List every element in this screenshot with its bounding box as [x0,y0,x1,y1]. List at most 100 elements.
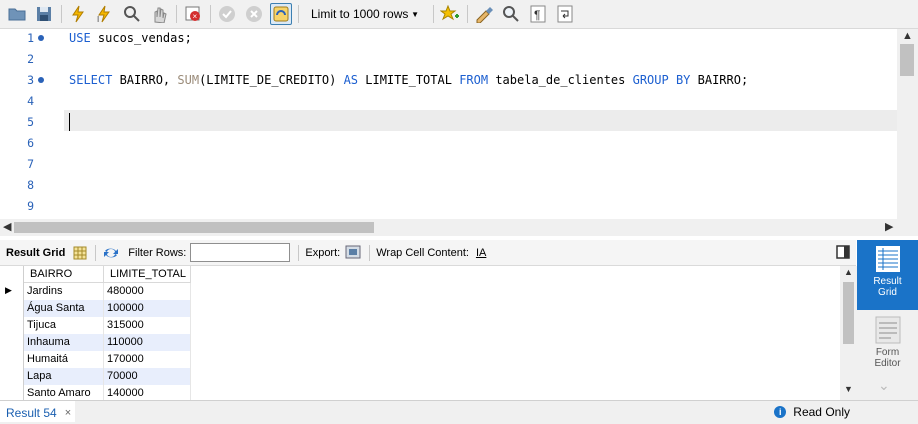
result-grid-label: Result Grid [6,246,66,259]
keyword-use: USE [69,30,91,45]
svg-text:×: × [193,12,198,21]
cell-bairro[interactable]: Água Santa [24,300,104,317]
cell-bairro[interactable]: Santo Amaro [24,385,104,400]
limit-rows-label: Limit to 1000 rows [311,7,409,21]
code-text: BAIRRO; [690,72,749,87]
cell-limite-total[interactable]: 480000 [104,283,191,300]
scrollbar-thumb[interactable] [14,222,374,233]
statement-marker-icon [38,34,44,41]
find-icon[interactable] [500,3,522,25]
table-row[interactable]: Água Santa 100000 [0,300,191,317]
export-control: Export: [305,243,361,262]
cell-bairro[interactable]: Jardins [24,283,104,300]
cell-limite-total[interactable]: 100000 [104,300,191,317]
row-marker [0,266,24,283]
rollback-icon[interactable] [243,3,265,25]
wrap-cell-label: Wrap Cell Content: [376,246,469,259]
code-text: tabela_de_clientes [488,72,633,87]
cell-limite-total[interactable]: 70000 [104,368,191,385]
cell-limite-total[interactable]: 140000 [104,385,191,400]
result-tab-label: Result 54 [6,406,57,420]
cell-bairro[interactable]: Humaitá [24,351,104,368]
line-number: 2 [27,51,34,66]
sql-editor[interactable]: 1 USE sucos_vendas; 2 3 SELECT BAIRRO, S… [0,29,918,219]
cell-bairro[interactable]: Lapa [24,368,104,385]
refresh-icon[interactable] [102,246,120,260]
invisible-chars-icon[interactable]: ¶ [527,3,549,25]
svg-text:¶: ¶ [534,8,540,22]
column-header-bairro[interactable]: BAIRRO [24,266,104,283]
row-marker[interactable] [0,368,24,385]
cell-limite-total[interactable]: 110000 [104,334,191,351]
cell-bairro[interactable]: Inhauma [24,334,104,351]
scroll-up-arrow-icon[interactable]: ▲ [844,267,853,277]
save-icon[interactable] [33,3,55,25]
filter-rows-input[interactable] [190,243,291,262]
toolbar-separator [467,5,468,23]
table-row[interactable]: Humaitá 170000 [0,351,191,368]
read-only-label: Read Only [793,405,850,419]
snippet-icon[interactable] [439,3,461,25]
scroll-right-arrow-icon[interactable]: ▶ [885,220,893,233]
editor-horizontal-scrollbar[interactable]: ◀ ▶ [0,219,918,236]
toolbar-separator [95,244,97,261]
table-row[interactable]: Lapa 70000 [0,368,191,385]
filter-rows-control: Filter Rows: [128,243,291,262]
toolbar-separator [210,5,211,23]
export-icon[interactable] [345,243,361,262]
editor-line-4: 4 [0,90,897,111]
table-row[interactable]: Inhauma 110000 [0,334,191,351]
row-marker[interactable] [0,334,24,351]
column-header-limite-total[interactable]: LIMITE_TOTAL [104,266,191,283]
scrollbar-thumb[interactable] [900,44,914,76]
export-label: Export: [305,246,341,259]
scroll-left-arrow-icon[interactable]: ◀ [3,220,11,233]
editor-line-3: 3 SELECT BAIRRO, SUM(LIMITE_DE_CREDITO) … [0,69,897,90]
table-row[interactable]: ▶ Jardins 480000 [0,283,191,300]
current-row-arrow-icon: ▶ [5,285,12,295]
form-editor-side-button[interactable]: Form Editor [857,312,918,372]
limit-rows-select[interactable]: Limit to 1000 rows ▼ [304,3,426,25]
chevron-down-icon: ▼ [411,9,419,19]
table-row[interactable]: Tijuca 315000 [0,317,191,334]
grid-header-row: BAIRRO LIMITE_TOTAL [0,266,191,283]
close-icon[interactable]: × [65,407,71,419]
result-tab[interactable]: Result 54 × [0,401,76,422]
panel-toggle-icon[interactable] [836,245,850,262]
execute-current-icon[interactable]: I [94,3,116,25]
scroll-down-arrow-icon[interactable]: ▼ [844,384,853,394]
row-marker[interactable] [0,351,24,368]
scroll-up-arrow-icon[interactable]: ▲ [902,30,913,42]
grid-view-icon[interactable] [73,246,87,260]
chevron-down-icon[interactable]: ⌄ [878,377,890,394]
table-row[interactable]: Santo Amaro 140000 [0,385,191,400]
cell-limite-total[interactable]: 170000 [104,351,191,368]
editor-line-1: 1 USE sucos_vendas; [0,27,897,48]
scrollbar-thumb[interactable] [843,282,854,344]
cell-limite-total[interactable]: 315000 [104,317,191,334]
autocommit-icon[interactable] [270,3,292,25]
wrap-cell-control: Wrap Cell Content: IA [376,247,486,259]
toggle-error-icon[interactable]: × [182,3,204,25]
editor-vertical-scrollbar[interactable]: ▲ [897,29,918,219]
commit-icon[interactable] [216,3,238,25]
beautify-icon[interactable] [473,3,495,25]
open-folder-icon[interactable] [6,3,28,25]
result-grid-side-button[interactable]: Result Grid [857,240,918,310]
result-grid[interactable]: BAIRRO LIMITE_TOTAL ▶ Jardins 480000 Água S… [0,266,840,400]
wrap-cell-icon[interactable]: IA [476,247,486,259]
toolbar-separator [298,5,299,23]
row-marker[interactable] [0,317,24,334]
editor-line-6: 6 [0,132,897,153]
form-editor-icon [875,316,900,344]
statement-marker-icon [38,76,44,83]
execute-icon[interactable] [67,3,89,25]
grid-vertical-scrollbar[interactable]: ▲ ▼ [840,266,857,400]
row-marker[interactable] [0,385,24,400]
wrap-icon[interactable] [554,3,576,25]
explain-icon[interactable] [121,3,143,25]
cell-bairro[interactable]: Tijuca [24,317,104,334]
row-marker[interactable] [0,300,24,317]
row-marker[interactable]: ▶ [0,283,24,300]
stop-icon[interactable] [148,3,170,25]
